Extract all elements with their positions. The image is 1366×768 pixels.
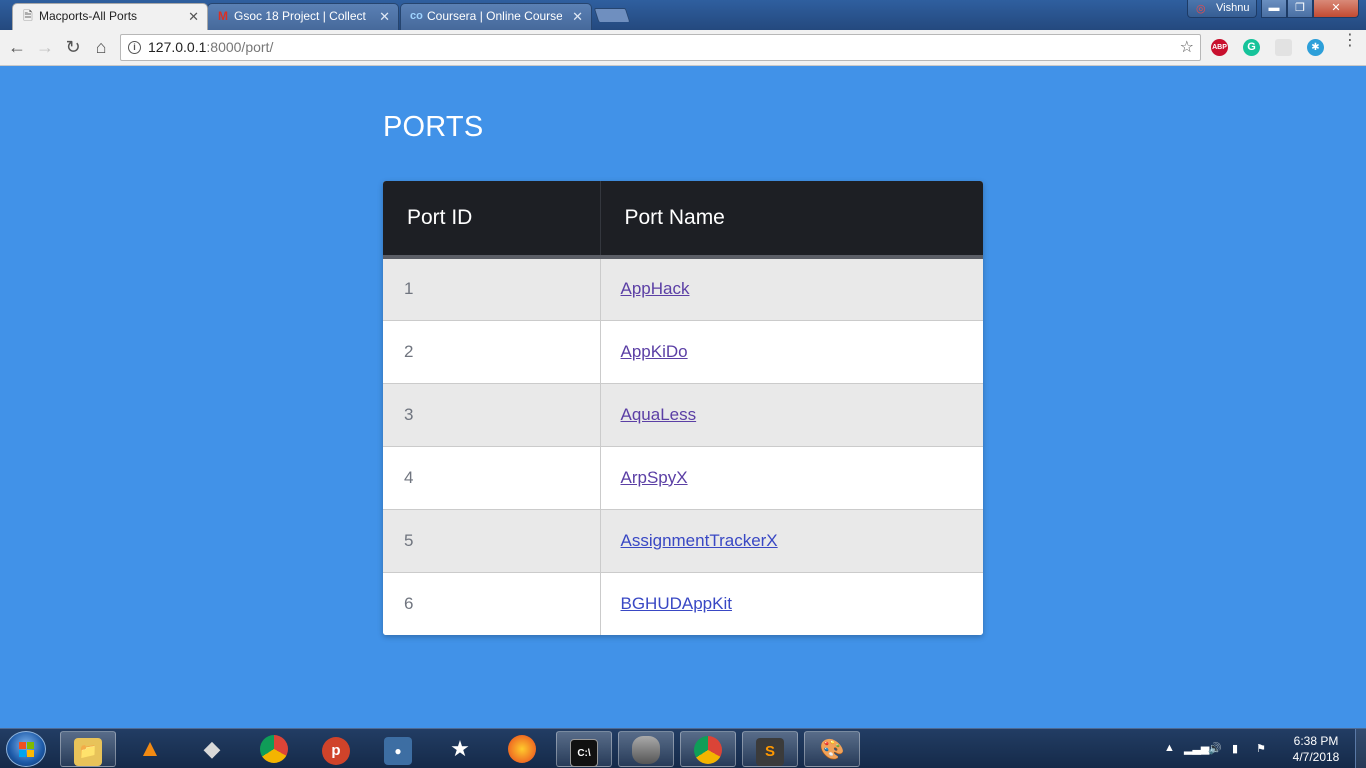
address-bar[interactable]: i 127.0.0.1:8000/port/ ☆ (120, 34, 1201, 61)
port-id-cell: 1 (383, 257, 601, 320)
tab-label: Coursera | Online Course (427, 9, 562, 23)
table-row: 3 AquaLess (383, 382, 983, 446)
show-hidden-icons-icon[interactable]: ▲ (1164, 742, 1175, 754)
port-link[interactable]: BGHUDAppKit (621, 594, 732, 613)
port-name-cell: AssignmentTrackerX (600, 508, 983, 572)
table-row: 2 AppKiDo (383, 319, 983, 383)
column-header-port-id: Port ID (383, 181, 601, 259)
cmd-icon[interactable]: C:\ (556, 731, 612, 767)
grammarly-icon[interactable]: G (1243, 39, 1260, 56)
tab-macports[interactable]: 🗎 Macports-All Ports ✕ (12, 3, 208, 30)
coursera-icon: co (410, 10, 423, 22)
windows-logo-icon (19, 742, 35, 758)
back-arrow-icon[interactable]: ← (5, 36, 29, 60)
page-icon: 🗎 (23, 9, 33, 23)
url-host: 127.0.0.1 (148, 39, 207, 55)
new-tab-button[interactable] (593, 8, 631, 22)
menu-dots-icon[interactable]: ⋮ (1342, 33, 1358, 49)
info-icon[interactable]: i (128, 41, 141, 54)
url-path: :8000/port/ (206, 39, 274, 55)
tab-label: Macports-All Ports (39, 9, 138, 23)
chrome-icon[interactable] (246, 731, 302, 767)
port-id-cell: 3 (383, 382, 601, 446)
profile-button[interactable]: ◎ Vishnu (1187, 0, 1257, 18)
database-icon[interactable] (618, 731, 674, 767)
close-icon[interactable]: ✕ (379, 4, 390, 29)
port-link[interactable]: AppKiDo (621, 342, 688, 361)
forward-arrow-icon[interactable]: → (33, 36, 57, 60)
port-id-cell: 4 (383, 445, 601, 509)
port-id-cell: 2 (383, 319, 601, 383)
table-row: 1 AppHack (383, 257, 983, 320)
ports-table: Port ID Port Name 1 AppHack 2 AppKiDo 3 … (383, 181, 983, 635)
page-content: PORTS Port ID Port Name 1 AppHack 2 AppK… (0, 67, 1366, 728)
home-icon[interactable]: ⌂ (89, 36, 113, 60)
taskbar-clock[interactable]: 6:38 PM 4/7/2018 (1286, 733, 1346, 765)
column-header-port-name: Port Name (600, 181, 983, 259)
table-row: 5 AssignmentTrackerX (383, 508, 983, 572)
port-link[interactable]: AppHack (621, 279, 690, 298)
action-center-icon[interactable]: ⚑ (1256, 742, 1266, 755)
minimize-button[interactable]: ▬ (1261, 0, 1287, 18)
show-desktop-button[interactable] (1355, 729, 1366, 768)
volume-icon[interactable]: 🔊 (1208, 742, 1222, 755)
extension-star-icon[interactable]: ✱ (1307, 39, 1324, 56)
system-tray: ▲ ▂▃▅ 🔊 ▮ ⚑ (1160, 729, 1300, 768)
incognito-profile-icon: ◎ (1196, 3, 1206, 15)
port-link[interactable]: ArpSpyX (621, 468, 688, 487)
port-link[interactable]: AquaLess (621, 405, 697, 424)
network-signal-icon[interactable]: ▂▃▅ (1184, 742, 1209, 755)
port-id-cell: 6 (383, 571, 601, 635)
paint-icon[interactable]: 🎨 (804, 731, 860, 767)
windows-taskbar: 📁 ▲ ◆ p ● ★ C:\ S 🎨 ▲ ▂▃▅ 🔊 ▮ ⚑ 6:38 PM … (0, 728, 1366, 768)
firefox-icon[interactable] (494, 731, 550, 767)
port-id-cell: 5 (383, 508, 601, 572)
vlc-icon[interactable]: ▲ (122, 731, 178, 767)
tab-gsoc[interactable]: M Gsoc 18 Project | Collect ✕ (207, 3, 399, 30)
power-icon[interactable]: ▮ (1232, 742, 1238, 755)
extension-icon[interactable] (1275, 39, 1292, 56)
clock-date: 4/7/2018 (1292, 750, 1340, 764)
maximize-button[interactable]: ❐ (1287, 0, 1313, 18)
browser-toolbar: ← → ↻ ⌂ i 127.0.0.1:8000/port/ ☆ ABP G ✱… (0, 30, 1366, 66)
adblock-label: ABP (1212, 44, 1227, 51)
port-name-cell: ArpSpyX (600, 445, 983, 509)
port-name-cell: AppKiDo (600, 319, 983, 383)
port-name-cell: AquaLess (600, 382, 983, 446)
gmail-icon: M (218, 9, 228, 23)
windows-explorer-icon[interactable]: 📁 (60, 731, 116, 767)
clock-time: 6:38 PM (1293, 734, 1339, 748)
sublime-text-icon[interactable]: S (742, 731, 798, 767)
profile-name: Vishnu (1216, 2, 1250, 14)
port-name-cell: BGHUDAppKit (600, 571, 983, 635)
app-window-icon[interactable]: ● (370, 731, 426, 767)
close-icon[interactable]: ✕ (188, 4, 199, 29)
adblock-plus-icon[interactable]: ABP (1211, 39, 1228, 56)
close-icon[interactable]: ✕ (572, 4, 583, 29)
counter-strike-icon[interactable]: ★ (432, 731, 488, 767)
table-row: 4 ArpSpyX (383, 445, 983, 509)
table-row: 6 BGHUDAppKit (383, 571, 983, 635)
chrome-active-icon[interactable] (680, 731, 736, 767)
port-link[interactable]: AssignmentTrackerX (621, 531, 778, 550)
tab-label: Gsoc 18 Project | Collect (234, 9, 366, 23)
bookmark-star-icon[interactable]: ☆ (1180, 35, 1194, 60)
start-button[interactable] (6, 731, 46, 767)
ports-table-card: Port ID Port Name 1 AppHack 2 AppKiDo 3 … (383, 181, 983, 635)
tab-coursera[interactable]: co Coursera | Online Course ✕ (400, 3, 592, 30)
inkscape-icon[interactable]: ◆ (184, 731, 240, 767)
close-window-button[interactable]: ✕ (1313, 0, 1359, 18)
reload-icon[interactable]: ↻ (61, 36, 85, 60)
page-title: PORTS (383, 111, 484, 143)
port-name-cell: AppHack (600, 257, 983, 320)
table-header-row: Port ID Port Name (383, 181, 983, 259)
browser-titlebar: 🗎 Macports-All Ports ✕ M Gsoc 18 Project… (0, 0, 1366, 30)
psiphon-icon[interactable]: p (308, 731, 364, 767)
